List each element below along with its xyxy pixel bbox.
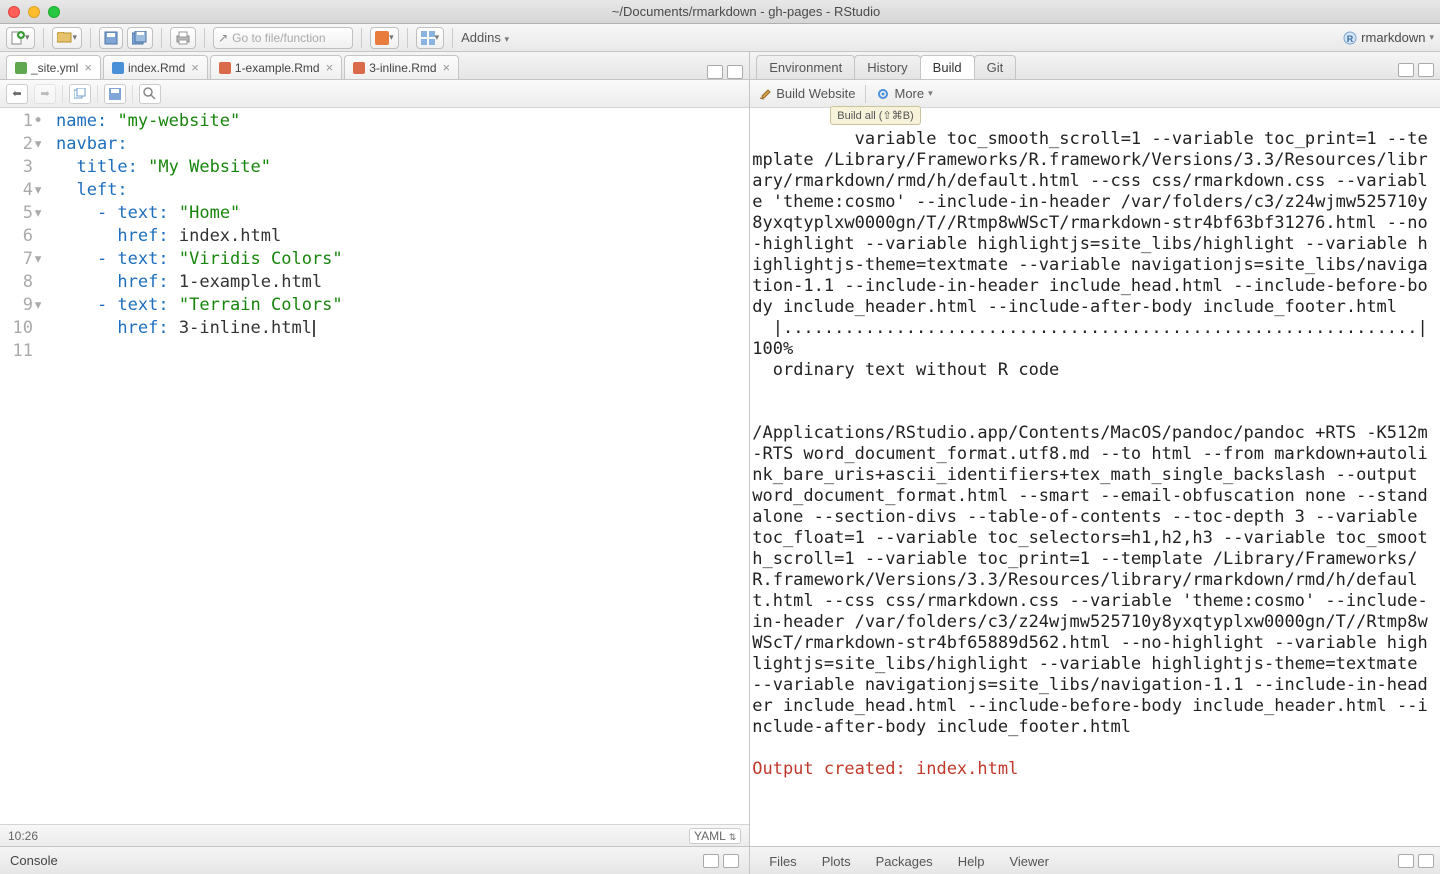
source-status-bar: 10:26 YAML ⇅ — [0, 824, 749, 846]
maximize-pane-icon[interactable] — [727, 65, 743, 79]
file-tab[interactable]: _site.yml × — [6, 55, 101, 79]
r-project-icon: R — [1343, 31, 1357, 45]
close-tab-icon[interactable]: × — [443, 60, 451, 75]
minimize-pane-icon[interactable] — [707, 65, 723, 79]
print-button[interactable] — [170, 27, 196, 49]
file-tab-label: 1-example.Rmd — [235, 61, 320, 75]
right-top-tabs: EnvironmentHistoryBuildGit — [750, 52, 1440, 80]
file-tab-label: _site.yml — [31, 61, 78, 75]
file-type-icon — [353, 62, 365, 74]
build-toolbar: Build Website More ▾ Build all (⇧⌘B) — [750, 80, 1440, 108]
new-file-button[interactable]: ▾ — [6, 27, 35, 49]
back-button[interactable]: ⬅ — [6, 84, 28, 104]
close-tab-icon[interactable]: × — [84, 60, 92, 75]
file-tab[interactable]: 1-example.Rmd × — [210, 55, 342, 79]
close-window-button[interactable] — [8, 6, 20, 18]
language-label: YAML — [694, 829, 725, 843]
close-tab-icon[interactable]: × — [326, 60, 334, 75]
source-toolbar: ⬅ ➡ — [0, 80, 749, 108]
addins-label: Addins — [461, 30, 501, 45]
zoom-window-button[interactable] — [48, 6, 60, 18]
file-tab[interactable]: index.Rmd × — [103, 55, 208, 79]
minimize-window-button[interactable] — [28, 6, 40, 18]
tab-build[interactable]: Build — [920, 55, 975, 79]
build-website-button[interactable]: Build Website — [758, 86, 855, 101]
code-editor[interactable]: 1•2▾3 4▾5▾6 7▾8 9▾10 11 name: "my-websit… — [0, 108, 749, 824]
save-all-button[interactable] — [127, 27, 153, 49]
file-type-icon — [219, 62, 231, 74]
file-tab-label: 3-inline.Rmd — [369, 61, 436, 75]
file-type-icon — [15, 62, 27, 74]
project-name: rmarkdown — [1361, 30, 1425, 45]
window-title: ~/Documents/rmarkdown - gh-pages - RStud… — [60, 4, 1432, 19]
file-type-icon — [112, 62, 124, 74]
build-output[interactable]: variable toc_smooth_scroll=1 --variable … — [750, 108, 1440, 846]
right-bottom-minimize-icon[interactable] — [1398, 854, 1414, 868]
right-top-minimize-icon[interactable] — [1398, 63, 1414, 77]
file-tab[interactable]: 3-inline.Rmd × — [344, 55, 459, 79]
right-top-maximize-icon[interactable] — [1418, 63, 1434, 77]
tab-environment[interactable]: Environment — [756, 55, 855, 79]
language-selector[interactable]: YAML ⇅ — [689, 828, 741, 844]
build-pane: EnvironmentHistoryBuildGit Build Website — [750, 52, 1440, 846]
right-bottom-maximize-icon[interactable] — [1418, 854, 1434, 868]
tab-packages[interactable]: Packages — [863, 849, 946, 873]
addins-menu[interactable]: Addins ▾ — [461, 30, 509, 45]
tab-help[interactable]: Help — [945, 849, 998, 873]
save-source-button[interactable] — [104, 84, 126, 104]
goto-arrow-icon: ↗ — [218, 31, 228, 45]
more-label: More — [894, 86, 924, 101]
goto-placeholder: Go to file/function — [232, 31, 325, 45]
tab-git[interactable]: Git — [974, 55, 1017, 79]
console-minimize-icon[interactable] — [703, 854, 719, 868]
goto-file-function-input[interactable]: ↗ Go to file/function — [213, 27, 353, 49]
tab-history[interactable]: History — [854, 55, 920, 79]
build-output-final: Output created: index.html — [752, 759, 1018, 779]
source-pane: _site.yml×index.Rmd×1-example.Rmd×3-inli… — [0, 52, 749, 846]
build-website-label: Build Website — [776, 86, 855, 101]
right-bottom-tabs: FilesPlotsPackagesHelpViewer — [750, 846, 1440, 874]
more-menu[interactable]: More ▾ — [876, 86, 932, 101]
svg-text:R: R — [1347, 34, 1354, 44]
save-button[interactable] — [99, 27, 123, 49]
file-tab-label: index.Rmd — [128, 61, 185, 75]
project-menu[interactable]: R rmarkdown ▾ — [1343, 30, 1434, 45]
git-button[interactable]: ▾ — [370, 27, 399, 49]
open-file-button[interactable]: ▾ — [52, 27, 83, 49]
find-button[interactable] — [139, 84, 161, 104]
gear-icon — [876, 87, 890, 101]
console-tab-bar: Console — [0, 846, 749, 874]
panes-button[interactable]: ▾ — [416, 27, 445, 49]
console-tab[interactable]: Console — [10, 853, 58, 868]
brush-icon — [758, 87, 772, 101]
file-tab-bar: _site.yml×index.Rmd×1-example.Rmd×3-inli… — [0, 52, 749, 80]
cursor-position: 10:26 — [8, 829, 38, 843]
build-tooltip: Build all (⇧⌘B) — [830, 106, 920, 125]
tab-files[interactable]: Files — [756, 849, 809, 873]
close-tab-icon[interactable]: × — [191, 60, 199, 75]
tab-plots[interactable]: Plots — [809, 849, 864, 873]
window-titlebar: ~/Documents/rmarkdown - gh-pages - RStud… — [0, 0, 1440, 24]
app-toolbar: ▾ ▾ ↗ Go to file/function ▾ — [0, 24, 1440, 52]
build-output-text: variable toc_smooth_scroll=1 --variable … — [752, 129, 1438, 737]
forward-button[interactable]: ➡ — [34, 84, 56, 104]
show-in-new-window-button[interactable] — [69, 84, 91, 104]
console-maximize-icon[interactable] — [723, 854, 739, 868]
tab-viewer[interactable]: Viewer — [996, 849, 1062, 873]
